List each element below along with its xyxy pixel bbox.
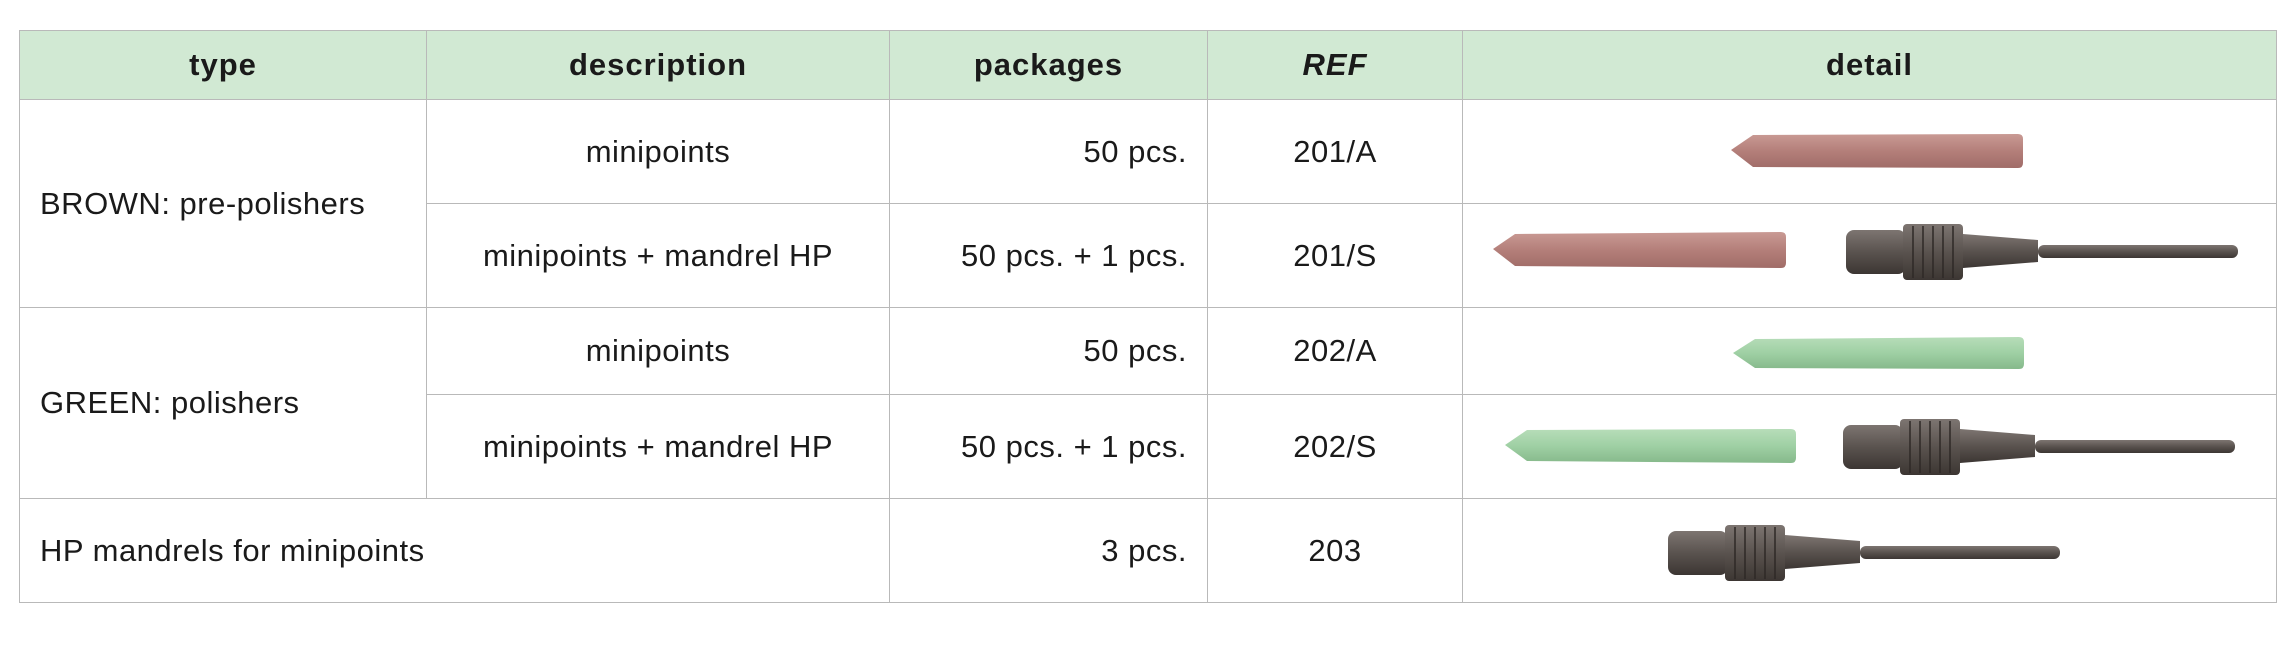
- header-detail: detail: [1462, 30, 2277, 100]
- row-ref: 202/A: [1207, 307, 1463, 395]
- green-minipoint-image: [1733, 337, 2024, 369]
- row-description: minipoints: [426, 307, 890, 395]
- group-green: GREEN: polishers: [19, 307, 427, 499]
- row-detail: [1462, 307, 2277, 395]
- row-description-mandrels: HP mandrels for minipoints: [19, 498, 890, 603]
- row-detail: [1462, 99, 2277, 204]
- green-minipoint-mandrel-image: [1505, 419, 2235, 475]
- header-packages: packages: [889, 30, 1208, 100]
- row-detail: [1462, 203, 2277, 308]
- header-row: type description packages REF detail: [19, 30, 2277, 100]
- row-ref: 201/S: [1207, 203, 1463, 308]
- header-ref: REF: [1207, 30, 1463, 100]
- row-description: minipoints: [426, 99, 890, 204]
- row-detail: [1462, 498, 2277, 603]
- header-type: type: [19, 30, 427, 100]
- brown-minipoint-image: [1731, 134, 2023, 168]
- header-description: description: [426, 30, 890, 100]
- table-row: HP mandrels for minipoints 3 pcs. 203: [19, 498, 2277, 603]
- row-ref: 201/A: [1207, 99, 1463, 204]
- row-packages: 50 pcs. + 1 pcs.: [889, 394, 1208, 499]
- row-description: minipoints + mandrel HP: [426, 394, 890, 499]
- group-brown: BROWN: pre-polishers: [19, 99, 427, 308]
- row-description: minipoints + mandrel HP: [426, 203, 890, 308]
- row-packages: 3 pcs.: [889, 498, 1208, 603]
- table-row: GREEN: polishers minipoints 50 pcs. 202/…: [19, 307, 2277, 499]
- row-packages: 50 pcs.: [889, 99, 1208, 204]
- hp-mandrel-image: [1668, 525, 2060, 581]
- row-packages: 50 pcs. + 1 pcs.: [889, 203, 1208, 308]
- row-ref: 203: [1207, 498, 1463, 603]
- row-packages: 50 pcs.: [889, 307, 1208, 395]
- row-ref: 202/S: [1207, 394, 1463, 499]
- products-table: type description packages REF detail BRO…: [19, 30, 2277, 603]
- brown-minipoint-mandrel-image: [1493, 224, 2238, 280]
- row-detail: [1462, 394, 2277, 499]
- table-row: BROWN: pre-polishers minipoints 50 pcs. …: [19, 99, 2277, 308]
